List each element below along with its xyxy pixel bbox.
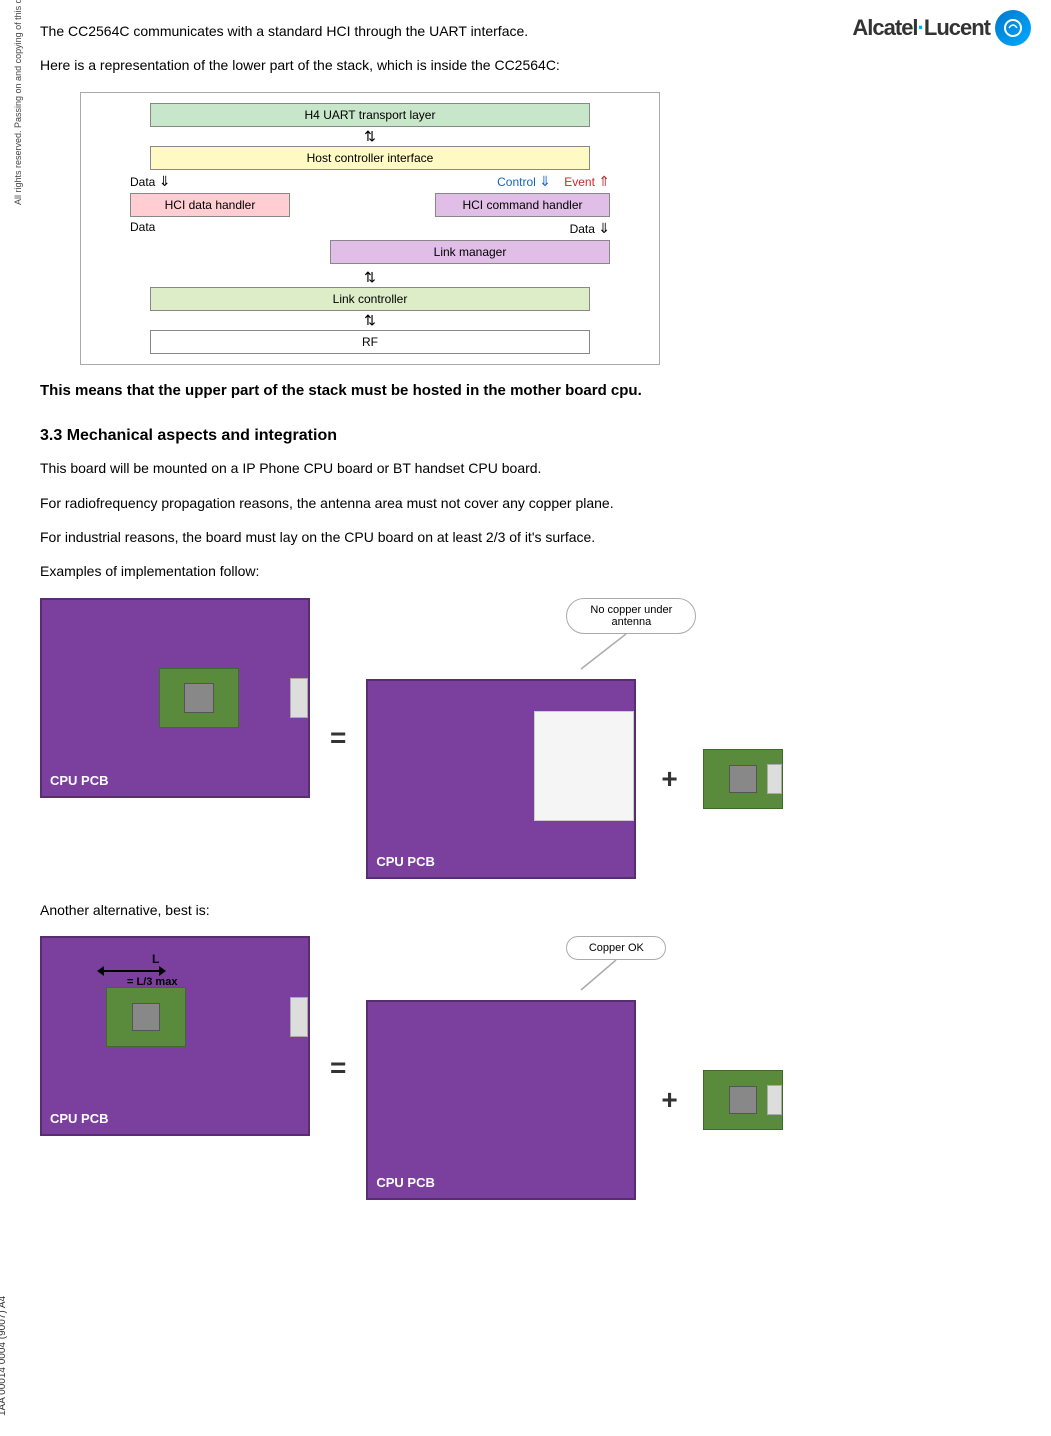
diag-arrow-2: ⇅ — [364, 269, 376, 286]
callout-bubble-2: Copper OK — [566, 936, 666, 960]
callout-line-2 — [566, 960, 626, 995]
diag-arrow-1: ⇅ — [364, 128, 376, 145]
logo-area: Alcatel·Lucent — [852, 10, 1031, 46]
event-label: Event ⇑ — [564, 175, 610, 189]
l-text: L — [152, 952, 159, 966]
paragraph-6: Examples of implementation follow: — [40, 560, 1031, 582]
diag-hci: Host controller interface — [150, 146, 590, 170]
small-connector-2 — [767, 1085, 782, 1115]
data-label-3: Data ⇓ — [570, 220, 610, 237]
data-arrows-row: Data Data ⇓ — [130, 220, 610, 237]
diag-hci-row: HCI data handler HCI command handler — [130, 193, 610, 217]
diag-arrow-3: ⇅ — [364, 312, 376, 329]
bold-statement: This means that the upper part of the st… — [40, 380, 1031, 403]
pcb-box-left-2: CPU PCB L = L/3 max — [40, 936, 310, 1136]
section-heading-3-3: 3.3 Mechanical aspects and integration — [40, 427, 1031, 445]
callout-area-1: No copper under antenna — [566, 598, 696, 674]
logo-text: Alcatel·Lucent — [852, 15, 990, 41]
arrow-line — [104, 970, 159, 972]
paragraph-5: For industrial reasons, the board must l… — [40, 526, 1031, 548]
cpu-pcb-label-1: CPU PCB — [50, 773, 109, 788]
small-chip-1 — [729, 765, 757, 793]
l-measurement — [97, 966, 166, 976]
stack-diagram: H4 UART transport layer ⇅ Host controlle… — [80, 92, 660, 365]
callout-line-1 — [561, 634, 641, 674]
right-pcb-row-2: CPU PCB + — [366, 1000, 782, 1200]
paragraph-4: For radiofrequency propagation reasons, … — [40, 492, 1031, 514]
data-label-left: Data ⇓ — [130, 173, 170, 190]
pcb-connector-2 — [290, 997, 308, 1037]
callout-area-2: Copper OK — [566, 936, 666, 995]
document-label: 1AA 00014 0004 (9007) A4 — [0, 1296, 8, 1416]
small-module-1 — [703, 749, 783, 809]
cpu-pcb-label-3: CPU PCB — [50, 1111, 109, 1126]
diag-hci-data-handler: HCI data handler — [130, 193, 290, 217]
equals-sign-1: = — [320, 722, 356, 754]
l3max-text: = L/3 max — [127, 976, 177, 988]
diag-labels: Data ⇓ Control ⇓ Event ⇑ — [130, 173, 610, 190]
pcb-box-right-2: CPU PCB — [366, 1000, 636, 1200]
equals-sign-2: = — [320, 1052, 356, 1084]
pcb-module-2 — [106, 987, 186, 1047]
sidebar-text: All rights reserved. Passing on and copy… — [13, 0, 23, 205]
main-content: The CC2564C communicates with a standard… — [40, 0, 1031, 1200]
small-chip-2 — [729, 1086, 757, 1114]
paragraph-2: Here is a representation of the lower pa… — [40, 54, 1031, 76]
pcb-chip-1 — [184, 683, 214, 713]
pcb-chip-2 — [132, 1003, 160, 1031]
small-module-2 — [703, 1070, 783, 1130]
data-label-2: Data — [130, 220, 155, 237]
pcb-box-left-1: CPU PCB — [40, 598, 310, 798]
pcb-section-2: CPU PCB L = L/3 max = Co — [40, 936, 1031, 1200]
diag-link-controller: Link controller — [150, 287, 590, 311]
diag-h4-uart: H4 UART transport layer — [150, 103, 590, 127]
diag-hci-command-handler: HCI command handler — [435, 193, 610, 217]
control-label: Control ⇓ — [497, 175, 551, 189]
paragraph-7: Another alternative, best is: — [40, 899, 1031, 921]
pcb-module-1 — [159, 668, 239, 728]
paragraph-3: This board will be mounted on a IP Phone… — [40, 457, 1031, 479]
right-pcb-row-1: CPU PCB + — [366, 679, 782, 879]
logo-icon — [995, 10, 1031, 46]
arrow-left-head — [97, 966, 104, 976]
plus-sign-1: + — [651, 763, 687, 795]
arrow-right-head — [159, 966, 166, 976]
right-side-2: Copper OK CPU PCB + — [366, 936, 782, 1200]
cpu-pcb-label-2: CPU PCB — [376, 854, 435, 869]
pcb-section-1: CPU PCB = No copper under antenna — [40, 598, 1031, 879]
small-connector-1 — [767, 764, 782, 794]
diag-rf: RF — [150, 330, 590, 354]
no-copper-area — [534, 711, 634, 821]
pcb-connector-1 — [290, 678, 308, 718]
cpu-pcb-label-4: CPU PCB — [376, 1175, 435, 1190]
plus-sign-2: + — [651, 1084, 687, 1116]
right-side-1: No copper under antenna CPU PCB + — [366, 598, 782, 879]
diag-link-manager: Link manager — [330, 240, 610, 264]
diag-link-manager-row: Link manager — [130, 240, 610, 264]
pcb-box-right-1: CPU PCB — [366, 679, 636, 879]
callout-bubble-1: No copper under antenna — [566, 598, 696, 634]
